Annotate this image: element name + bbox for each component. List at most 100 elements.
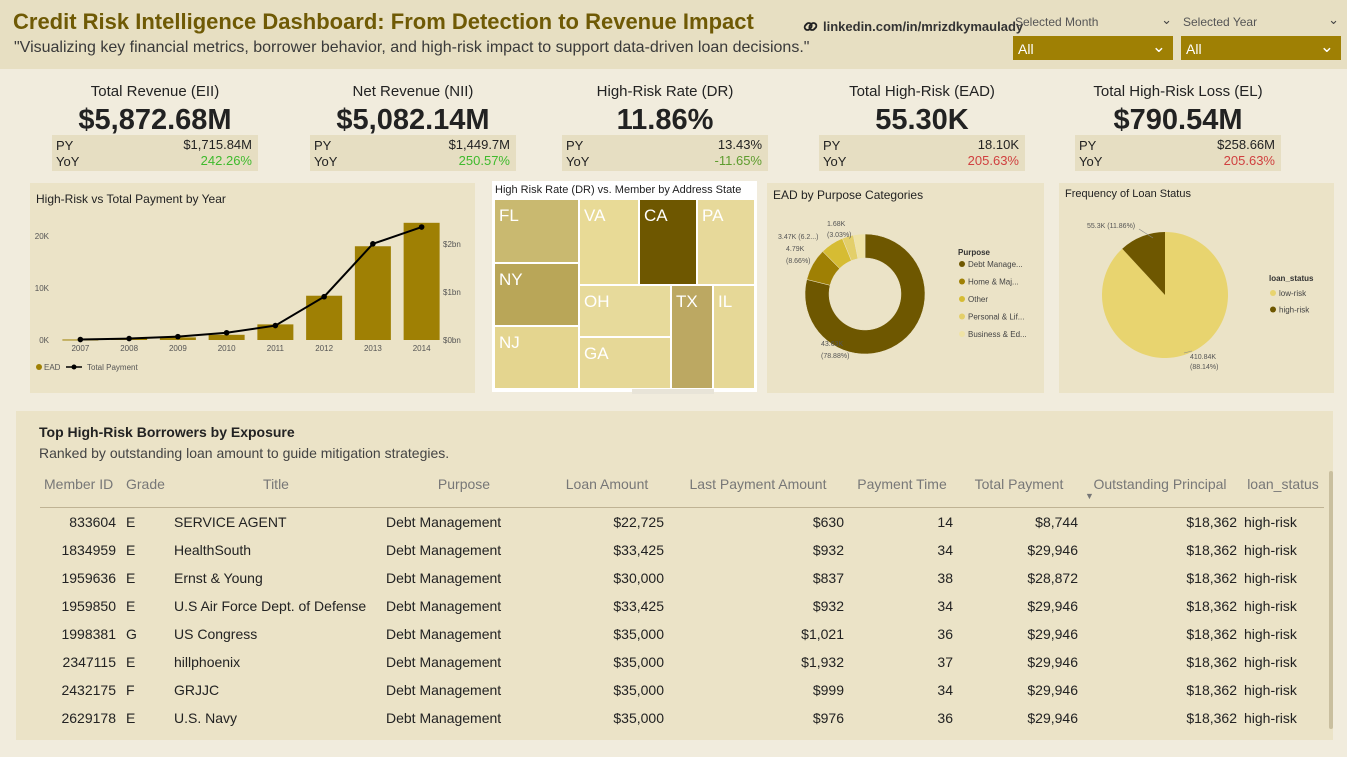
x-tick-label: 2009 [169,344,187,353]
kpi-title: Total Revenue (EII) [90,83,220,100]
table-scrollbar-thumb[interactable] [1329,471,1333,729]
table-title: Top High-Risk Borrowers by Exposure [39,424,295,440]
donut-data-pct: (3.03%) [827,232,852,239]
treemap-cell-il[interactable]: IL [713,285,755,389]
treemap-cell-tx[interactable]: TX [671,285,713,389]
treemap-title: High Risk Rate (DR) vs. Member by Addres… [495,184,742,196]
table-cell: 34 [937,542,953,558]
table-cell: E [126,710,136,726]
chevron-down-icon[interactable]: ⌄ [1161,12,1172,28]
py-value: $1,715.84M [183,137,252,152]
table-cell: US Congress [174,626,258,642]
borrowers-table-panel: Top High-Risk Borrowers by Exposure Rank… [16,411,1333,740]
treemap-cell-ca[interactable]: CA [639,199,697,285]
treemap-cell-pa[interactable]: PA [697,199,755,285]
pie-data-label-high: 55.3K (11.86%) [1087,223,1135,230]
year-filter-label-text: Selected Year [1183,15,1258,29]
kpi-total-high-risk-loss: Total High-Risk Loss (EL) $790.54M PY Yo… [1073,78,1283,173]
x-tick-label: 2012 [315,344,333,353]
treemap-cell-fl[interactable]: FL [494,199,579,263]
table-cell: $35,000 [613,626,664,642]
pie-legend-title: loan_status [1269,274,1314,283]
treemap-cell-nj[interactable]: NJ [494,326,579,389]
table-cell: 2347115 [62,654,116,670]
sort-desc-icon[interactable]: ▼ [1085,491,1094,501]
line-point-2007 [77,336,84,343]
donut-data-pct: (78.88%) [821,353,849,360]
table-cell: high-risk [1244,570,1297,586]
donut-legend-title: Purpose [958,248,991,257]
kpi-net-revenue: Net Revenue (NII) $5,082.14M PY YoY $1,4… [308,78,518,173]
yoy-label: YoY [1079,154,1103,169]
py-value: 18.10K [977,137,1019,152]
table-cell: SERVICE AGENT [174,514,287,530]
table-scrollbar[interactable] [1329,469,1333,729]
treemap-cell-oh[interactable]: OH [579,285,671,337]
table-cell: high-risk [1244,598,1297,614]
line-point-2008 [126,335,132,342]
table-cell: high-risk [1244,514,1297,530]
pie-legend-label: high-risk [1279,306,1310,315]
legend-line-dot [71,364,77,370]
table-cell: Debt Management [386,654,502,670]
treemap-cell-ga[interactable]: GA [579,337,671,389]
column-header[interactable]: Title [263,476,289,492]
treemap-cell-ny[interactable]: NY [494,263,579,326]
column-header[interactable]: loan_status [1247,476,1319,492]
linkedin-link[interactable]: linkedin.com/in/mrizdkymaulady [803,19,1023,34]
table-cell: 38 [937,570,953,586]
month-filter-dropdown[interactable]: All ⌄ [1013,36,1173,60]
line-point-2012 [321,293,327,300]
column-header[interactable]: Payment Time [857,476,946,492]
column-header[interactable]: Total Payment [975,476,1064,492]
yoy-label: YoY [56,154,80,169]
table-cell: high-risk [1244,626,1297,642]
kpi-comparison: PY YoY $1,715.84M 242.26% [52,135,258,171]
treemap-scrollbar[interactable] [632,389,714,394]
py-label: PY [1079,138,1097,153]
column-header[interactable]: Last Payment Amount [690,476,827,492]
treemap-panel: High Risk Rate (DR) vs. Member by Addres… [492,181,757,394]
column-header[interactable]: Outstanding Principal [1093,476,1226,492]
py-value: 13.43% [717,137,762,152]
table-subtitle: Ranked by outstanding loan amount to gui… [39,445,450,461]
x-tick-label: 2014 [413,344,431,353]
pie-chart-panel: Frequency of Loan Status 55.3K (11.86%) 4… [1059,183,1334,393]
y-left-tick-label: 0K [39,336,49,345]
table-cell: $29,946 [1027,682,1078,698]
yoy-value: 250.57% [458,153,510,168]
year-filter-dropdown[interactable]: All ⌄ [1181,36,1341,60]
line-point-2009 [175,333,181,340]
table-cell: Debt Management [386,570,502,586]
table-cell: Debt Management [386,514,502,530]
py-label: PY [314,138,332,153]
yoy-label: YoY [823,154,847,169]
x-tick-label: 2007 [71,344,89,353]
column-header[interactable]: Grade [126,476,165,492]
kpi-comparison: PY YoY $1,449.7M 250.57% [310,135,516,171]
legend-total-payment-label: Total Payment [87,363,138,372]
yoy-label: YoY [314,154,338,169]
yoy-value: 205.63% [967,153,1019,168]
table-cell: $35,000 [613,654,664,670]
py-label: PY [56,138,74,153]
column-header[interactable]: Member ID [44,476,113,492]
py-value: $1,449.7M [448,137,510,152]
table-cell: $932 [812,598,844,614]
chevron-down-icon: ⌄ [1151,37,1166,56]
treemap-cell-va[interactable]: VA [579,199,639,285]
yoy-value: 242.26% [200,153,252,168]
column-header[interactable]: Loan Amount [566,476,649,492]
column-header[interactable]: Purpose [438,476,490,492]
page-subtitle: "Visualizing key financial metrics, borr… [14,39,810,56]
donut-data-label: 4.79K [786,246,805,253]
table-cell: 1959850 [61,598,116,614]
donut-legend-label: Home & Maj... [968,278,1019,287]
table-cell: $932 [812,542,844,558]
table-cell: $33,425 [613,542,664,558]
donut-legend-label: Debt Manage... [968,260,1023,269]
year-filter-value: All [1186,41,1202,57]
kpi-total-high-risk: Total High-Risk (EAD) 55.30K PY YoY 18.1… [817,78,1027,173]
y-right-tick-label: $0bn [443,336,461,345]
chevron-down-icon[interactable]: ⌄ [1328,12,1339,28]
